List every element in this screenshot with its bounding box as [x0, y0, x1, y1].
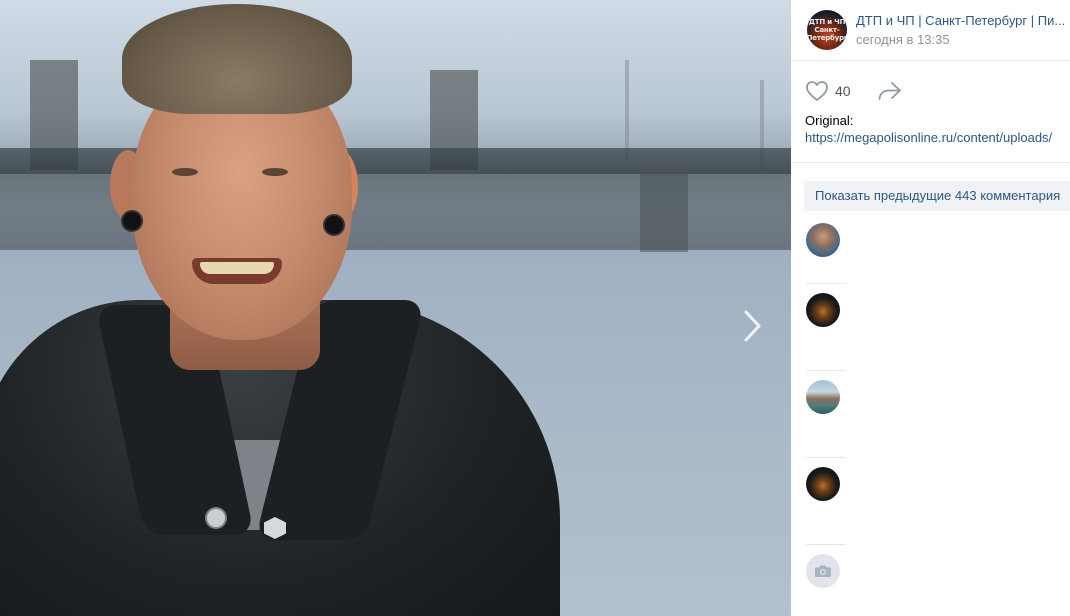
group-name-link[interactable]: ДТП и ЧП | Санкт-Петербург | Пи... — [856, 13, 1070, 28]
show-previous-comments-button[interactable]: Показать предыдущие 443 комментария — [804, 181, 1070, 211]
photo-earplug — [121, 210, 143, 232]
comment-separator — [806, 283, 846, 284]
post-panel: ДТП и ЧП Санкт-Петербург ДТП и ЧП | Санк… — [791, 0, 1070, 616]
group-avatar[interactable]: ДТП и ЧП Санкт-Петербург — [807, 10, 847, 50]
camera-icon — [815, 565, 831, 577]
photo-bg — [625, 60, 629, 160]
photo-earplug — [323, 214, 345, 236]
post-description: Original: https://megapolisonline.ru/con… — [805, 112, 1070, 146]
share-arrow-icon — [878, 82, 901, 100]
comment-avatar-placeholder[interactable] — [806, 554, 840, 588]
comment-separator — [806, 544, 846, 545]
photo-jacket-button — [205, 507, 227, 529]
photo-eye — [262, 168, 288, 176]
comment-avatar[interactable] — [806, 223, 840, 257]
post-actions: 40 — [805, 78, 903, 104]
group-avatar-logo: ДТП и ЧП Санкт-Петербург — [807, 18, 847, 42]
post-time: сегодня в 13:35 — [856, 32, 950, 47]
source-link[interactable]: https://megapolisonline.ru/content/uploa… — [805, 129, 1070, 146]
heart-icon — [806, 81, 828, 101]
comment-separator — [806, 370, 846, 371]
chevron-right-icon — [744, 310, 761, 342]
photo-hair — [122, 4, 352, 114]
photo-teeth — [200, 262, 274, 274]
description-label: Original: — [805, 113, 854, 128]
photo-viewer[interactable] — [0, 0, 791, 616]
photo-bg — [640, 172, 688, 252]
share-button[interactable] — [877, 80, 903, 102]
post-header: ДТП и ЧП Санкт-Петербург ДТП и ЧП | Санк… — [791, 0, 1070, 61]
like-button[interactable]: 40 — [805, 80, 851, 102]
comment-avatar[interactable] — [806, 380, 840, 414]
comment-separator — [806, 457, 846, 458]
comment-avatar[interactable] — [806, 293, 840, 327]
next-photo-button[interactable] — [736, 306, 770, 346]
photo-eye — [172, 168, 198, 176]
divider — [791, 162, 1070, 163]
like-count: 40 — [835, 83, 851, 99]
comment-avatar[interactable] — [806, 467, 840, 501]
